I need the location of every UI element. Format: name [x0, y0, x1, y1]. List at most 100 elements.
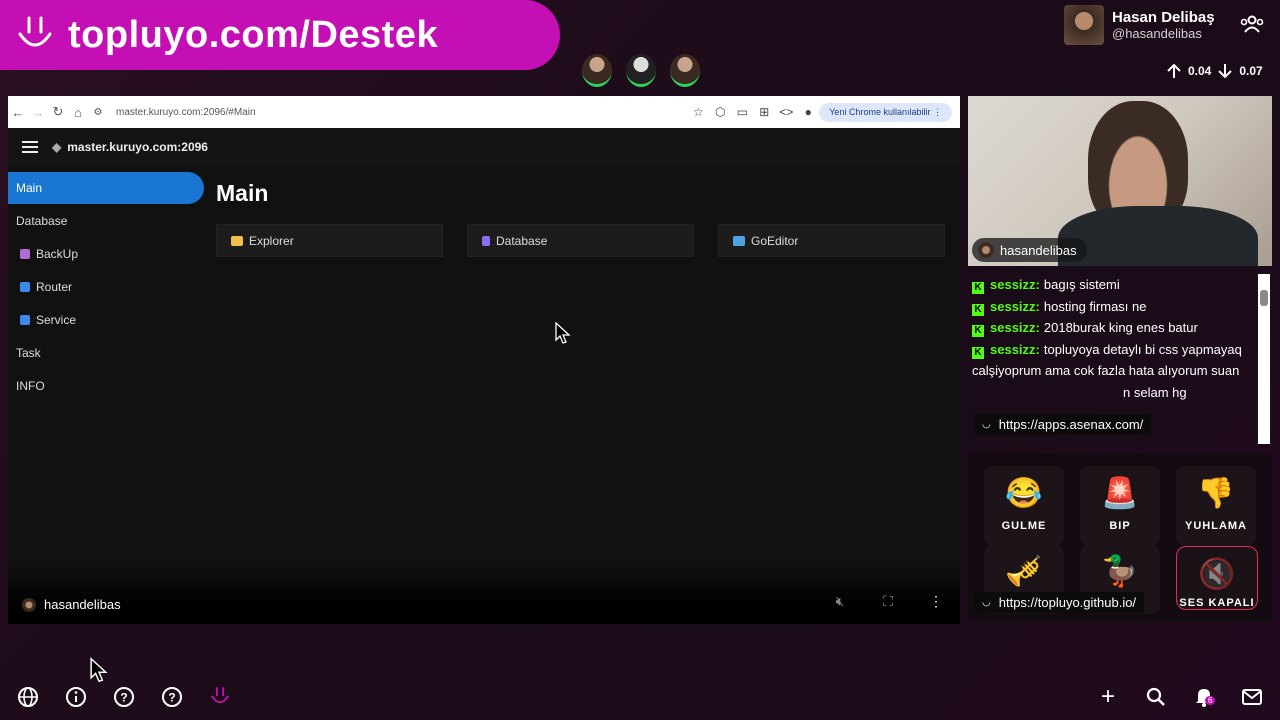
bell-icon[interactable]: 6 — [1193, 686, 1216, 708]
laugh-icon: 😂 — [1005, 477, 1043, 510]
avatar — [22, 597, 36, 612]
sidebar-item-task[interactable]: Task — [8, 337, 204, 369]
chat-user: sessizz: — [990, 298, 1040, 314]
star-icon[interactable]: ☆ — [687, 105, 709, 119]
sidebar-item-database[interactable]: Database — [8, 205, 204, 237]
sidebar-item-label: Database — [16, 214, 68, 228]
sound-button-mute[interactable]: 🔇 SES KAPALI — [1176, 546, 1258, 610]
banner-text: topluyo.com/Destek — [68, 13, 439, 56]
fullscreen-icon[interactable]: ⛶ — [878, 593, 898, 610]
chat-scrollbar[interactable] — [1258, 274, 1270, 444]
more-icon[interactable]: ⋮ — [926, 593, 946, 610]
trumpet-icon: 🎺 — [1005, 555, 1043, 588]
chat-user: sessizz: — [990, 277, 1040, 292]
user-profile[interactable]: Hasan Delibaş @hasandelibas — [1064, 5, 1215, 45]
avatar — [978, 242, 994, 258]
devtools-icon[interactable]: <> — [775, 105, 797, 119]
chat-text: bagış sistemi — [1043, 277, 1120, 292]
chrome-update-badge[interactable]: Yeni Chrome kullanılabilir ⋮ — [819, 102, 952, 122]
network-speed: 0.04 0.07 — [1166, 63, 1263, 79]
chat-user: sessizz: — [990, 341, 1040, 357]
card-goeditor[interactable]: GoEditor — [718, 224, 945, 257]
card-label: Explorer — [249, 233, 294, 248]
card-database[interactable]: Database — [467, 224, 694, 257]
mute-icon: 🔇 — [1198, 558, 1236, 591]
chat-text: n selam hg — [1123, 384, 1187, 400]
user-handle: @hasandelibas — [1112, 26, 1202, 41]
sidebar-item-label: INFO — [16, 379, 45, 393]
main-content: Main — [216, 180, 268, 207]
download-speed: 0.07 — [1239, 64, 1263, 78]
duck-icon: 🦆 — [1101, 555, 1139, 588]
shared-screen: ← → ↻ ⌂ ⚙ master.kuruyo.com:2096/#Main ☆… — [8, 96, 960, 624]
sidebar-item-backup[interactable]: BackUp — [8, 238, 204, 270]
database-icon — [482, 235, 490, 246]
sidebar: Main Database BackUp Router Service Task… — [8, 172, 204, 403]
search-icon[interactable] — [1145, 686, 1167, 708]
kick-badge-icon: K — [972, 282, 984, 294]
sound-button-bip[interactable]: 🚨 BIP — [1080, 466, 1160, 546]
sidebar-item-label: BackUp — [36, 247, 79, 261]
sound-label: BIP — [1109, 520, 1131, 532]
topluyo-logo-icon: ◡ — [982, 419, 991, 430]
chat-message: Ksessizz: topluyoya detaylı bi css yapmay… — [968, 339, 1256, 382]
avatar[interactable] — [670, 54, 700, 87]
sound-label: SES KAPALI — [1179, 597, 1255, 609]
upload-speed: 0.04 — [1188, 64, 1212, 78]
card-label: Database — [496, 233, 548, 248]
reload-icon[interactable]: ↻ — [48, 104, 68, 120]
help-icon[interactable]: ? — [113, 686, 135, 708]
mute-icon[interactable]: 🔇︎ — [830, 593, 850, 610]
webcam-person-body — [1058, 206, 1258, 266]
sidebar-item-main[interactable]: Main — [8, 172, 204, 204]
stream-footer — [8, 564, 960, 624]
link-overlay-asenax[interactable]: ◡ https://apps.asenax.com/ — [974, 414, 1152, 435]
svg-text:?: ? — [168, 691, 175, 705]
sound-button-yuhlama[interactable]: 👎 YUHLAMA — [1176, 466, 1256, 546]
globe-icon[interactable] — [17, 686, 39, 708]
mail-icon[interactable] — [1241, 686, 1263, 708]
avatar — [1064, 5, 1104, 45]
sound-button-gulme[interactable]: 😂 GULME — [984, 466, 1064, 546]
card-explorer[interactable]: Explorer — [216, 224, 443, 257]
mouse-cursor-icon — [555, 322, 571, 344]
notification-badge: 6 — [1205, 696, 1216, 705]
scrollbar-thumb[interactable] — [1260, 290, 1268, 306]
arrow-down-icon — [1218, 64, 1233, 79]
cast-icon[interactable]: ▭ — [731, 105, 753, 119]
address-bar[interactable]: master.kuruyo.com:2096/#Main — [116, 107, 687, 118]
help-icon[interactable]: ? — [161, 686, 183, 708]
avatar[interactable] — [626, 54, 656, 87]
users-icon[interactable] — [1240, 14, 1264, 34]
plus-icon[interactable]: + — [1097, 683, 1119, 710]
site-info-icon[interactable]: ⚙ — [88, 107, 108, 118]
sidebar-item-router[interactable]: Router — [8, 271, 204, 303]
extension-icon[interactable]: ⬡ — [709, 105, 731, 119]
webcam-view: hasandelibas — [968, 96, 1272, 266]
home-icon[interactable]: ⌂ — [68, 105, 88, 120]
profile-icon[interactable]: ● — [797, 105, 819, 119]
user-name: Hasan Delibaş — [1112, 9, 1215, 26]
apps-icon[interactable]: ⊞ — [753, 105, 775, 119]
thumbs-down-icon: 👎 — [1197, 477, 1235, 510]
siren-icon: 🚨 — [1101, 477, 1139, 510]
sound-label: YUHLAMA — [1185, 520, 1247, 532]
topluyo-logo-icon — [18, 16, 52, 47]
back-icon[interactable]: ← — [8, 105, 28, 120]
bottom-toolbar: ? ? + 6 — [0, 676, 1280, 716]
forward-icon[interactable]: → — [28, 105, 48, 120]
stream-user: hasandelibas — [22, 597, 121, 612]
info-icon[interactable] — [65, 686, 87, 708]
menu-icon[interactable] — [22, 141, 38, 153]
sidebar-item-info[interactable]: INFO — [8, 370, 204, 402]
sidebar-item-label: Service — [36, 313, 77, 327]
chat-message: Ksessizz: bagış sistemi — [968, 274, 1256, 296]
sound-label: GULME — [1001, 520, 1047, 532]
avatar[interactable] — [582, 54, 612, 87]
brand-banner[interactable]: topluyo.com/Destek — [0, 0, 560, 70]
chrome-update-text: Yeni Chrome kullanılabilir — [829, 106, 931, 117]
topluyo-logo-icon[interactable] — [209, 686, 231, 708]
link-text: https://topluyo.github.io/ — [998, 595, 1137, 610]
link-overlay-github[interactable]: ◡ https://topluyo.github.io/ — [974, 592, 1145, 613]
sidebar-item-service[interactable]: Service — [8, 304, 204, 336]
